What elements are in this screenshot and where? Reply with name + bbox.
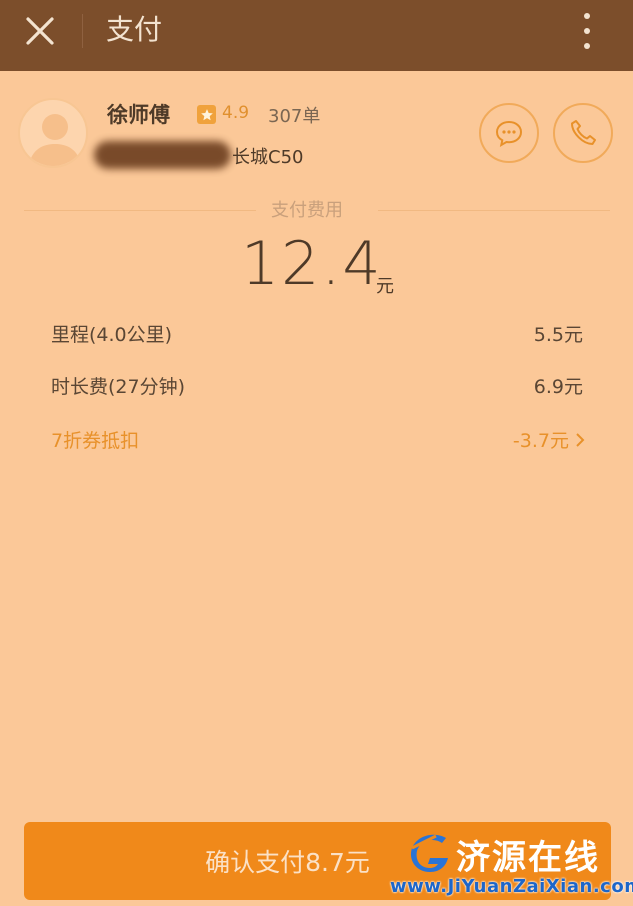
watermark: 济源在线 www.JiYuanZaiXian.com [390,826,633,902]
chat-bubble-icon [495,120,523,148]
watermark-url: www.JiYuanZaiXian.com [390,876,633,897]
call-button[interactable] [553,103,613,163]
message-button[interactable] [479,103,539,163]
section-title: 支付费用 [271,200,343,221]
duration-fee-value: 6.9元 [533,376,583,398]
close-button[interactable] [22,13,58,49]
star-icon [197,105,216,124]
person-icon [28,114,82,166]
driver-order-count: 307单 [268,106,321,127]
page-title: 支付 [106,13,163,46]
license-plate-redacted [94,141,231,169]
coupon-discount-value: -3.7元 [512,430,569,452]
section-divider-left [24,210,256,211]
coupon-discount-row[interactable]: -3.7元 [513,426,585,453]
total-amount: 12.4 [241,229,383,299]
confirm-pay-label: 确认支付8.7元 [205,848,370,877]
driver-name: 徐师傅 [107,103,170,127]
watermark-name: 济源在线 [456,838,600,878]
mileage-fee-value: 5.5元 [533,324,583,346]
total-unit: 元 [376,276,394,297]
watermark-logo-icon [410,834,448,872]
header-divider [82,14,83,48]
duration-fee-label: 时长费(27分钟) [51,376,186,398]
more-vertical-icon [584,13,590,19]
top-bar: 支付 [0,0,633,71]
coupon-discount-label: 7折券抵扣 [51,430,140,452]
section-divider-right [378,210,610,211]
phone-icon [571,120,596,145]
more-options-button[interactable] [574,10,600,52]
driver-avatar [18,98,88,168]
car-model: 长城C50 [232,147,304,168]
mileage-fee-label: 里程(4.0公里) [51,324,173,346]
chevron-right-icon [576,432,585,447]
close-icon [26,17,54,45]
driver-rating: 4.9 [222,103,250,123]
